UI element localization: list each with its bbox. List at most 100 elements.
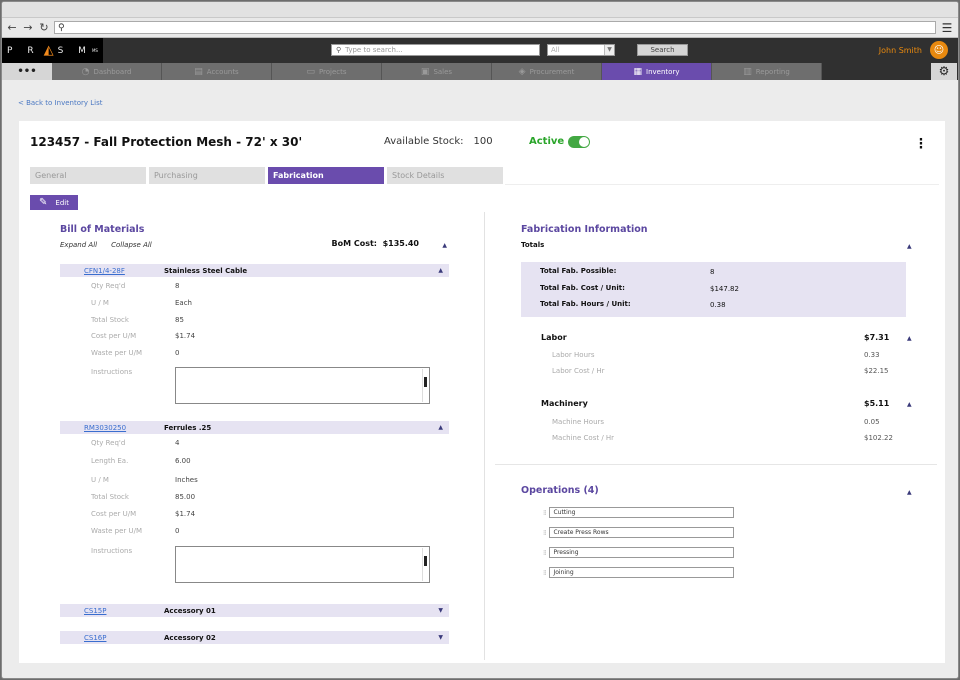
expand-all-link[interactable]: Expand All (60, 241, 97, 249)
filter-value: All (551, 46, 560, 54)
back-arrow-icon[interactable]: ← (6, 21, 18, 34)
bom-cost-label: BoM Cost: (331, 239, 377, 248)
nav-tab-label: Accounts (206, 67, 239, 76)
search-icon: ⚲ (58, 22, 65, 33)
nav-tab-label: Reporting (755, 67, 790, 76)
fabrication-information: Fabrication Information (521, 224, 911, 235)
global-search-input[interactable]: ⚲ Type to search... (331, 44, 540, 56)
field-value: $1.74 (175, 510, 196, 518)
operation-row: ⁞⁞ Create Press Rows (543, 527, 735, 538)
totals-box: Total Fab. Possible: 8 Total Fab. Cost /… (521, 262, 906, 317)
drag-handle-icon[interactable]: ⁞⁞ (543, 509, 547, 517)
drag-handle-icon[interactable]: ⁞⁞ (543, 569, 547, 577)
field-label: Total Stock (91, 316, 129, 324)
field-value: 85.00 (175, 493, 196, 501)
total-label: Total Fab. Cost / Unit: (540, 284, 625, 292)
more-menu-button[interactable]: ••• (2, 63, 52, 80)
nav-tab-reporting[interactable]: ▥ Reporting (712, 63, 822, 80)
nav-tab-inventory[interactable]: ▦ Inventory (602, 63, 712, 80)
edit-label: Edit (55, 198, 69, 207)
more-options-icon[interactable]: · · · (918, 134, 924, 155)
nav-tab-dashboard[interactable]: ◔ Dashboard (52, 63, 162, 80)
reload-icon[interactable]: ↻ (38, 21, 50, 34)
browser-menu-icon[interactable]: ☰ (940, 21, 954, 35)
item-code-link[interactable]: CFN1/4-28F (84, 267, 164, 275)
page-title: 123457 - Fall Protection Mesh - 72' x 30… (30, 135, 303, 149)
prism-logo[interactable]: P R ◭ S M MS (2, 38, 103, 63)
operation-input[interactable]: Create Press Rows (549, 527, 735, 538)
nav-tab-sales[interactable]: ▣ Sales (382, 63, 492, 80)
user-menu[interactable]: John Smith ☺ (879, 41, 948, 59)
edit-button[interactable]: ✎ Edit (30, 195, 78, 210)
nav-tab-label: Sales (433, 67, 453, 76)
expand-caret-icon[interactable]: ▼ (438, 634, 443, 641)
drag-handle-icon[interactable]: ⁞⁞ (543, 549, 547, 557)
field-label: Total Stock (91, 493, 129, 501)
field-value: 6.00 (175, 457, 191, 465)
machine-hours-value: 0.05 (864, 418, 880, 426)
operation-input[interactable]: Pressing (549, 547, 735, 558)
address-bar[interactable]: ⚲ (54, 21, 936, 34)
forward-arrow-icon[interactable]: → (22, 21, 34, 34)
nav-tab-label: Projects (318, 67, 347, 76)
column-divider (484, 212, 485, 660)
field-label: Cost per U/M (91, 332, 137, 340)
instructions-textarea[interactable] (175, 546, 430, 583)
bom-item-header[interactable]: RM3030250 Ferrules .25 ▲ (60, 421, 449, 434)
drag-handle-icon[interactable]: ⁞⁞ (543, 529, 547, 537)
collapse-caret-icon[interactable]: ▲ (907, 401, 912, 408)
collapse-all-link[interactable]: Collapse All (111, 241, 152, 249)
collapse-caret-icon[interactable]: ▲ (442, 242, 447, 249)
scrollbar[interactable] (422, 369, 428, 402)
collapse-caret-icon[interactable]: ▲ (438, 267, 443, 274)
collapse-caret-icon[interactable]: ▲ (907, 243, 912, 250)
nav-tab-accounts[interactable]: ▤ Accounts (162, 63, 272, 80)
prism-triangle-icon: ◭ (43, 43, 54, 58)
nav-tab-procurement[interactable]: ◈ Procurement (492, 63, 602, 80)
field-value: 85 (175, 316, 184, 324)
collapse-caret-icon[interactable]: ▲ (907, 489, 912, 496)
bom-item-header[interactable]: CS15P Accessory 01 ▼ (60, 604, 449, 617)
machine-cost-value: $102.22 (864, 434, 893, 442)
search-filter-select[interactable]: All ▼ (547, 44, 615, 56)
nav-tab-projects[interactable]: ▭ Projects (272, 63, 382, 80)
instructions-label: Instructions (91, 547, 133, 555)
collapse-caret-icon[interactable]: ▲ (438, 424, 443, 431)
item-code-link[interactable]: RM3030250 (84, 424, 164, 432)
item-code-link[interactable]: CS15P (84, 607, 164, 615)
operation-input[interactable]: Joining (549, 567, 735, 578)
instructions-textarea[interactable] (175, 367, 430, 404)
settings-gear-icon[interactable]: ⚙ (931, 63, 957, 80)
projects-icon: ▭ (306, 66, 315, 77)
bom-cost: BoM Cost: $135.40 (331, 239, 419, 248)
labor-hours-value: 0.33 (864, 351, 880, 359)
total-label: Total Fab. Possible: (540, 267, 617, 275)
search-button[interactable]: Search (637, 44, 688, 56)
operation-input[interactable]: Cutting (549, 507, 735, 518)
back-to-inventory-link[interactable]: < Back to Inventory List (18, 99, 102, 107)
total-value: 0.38 (710, 301, 726, 309)
totals-label: Totals (521, 241, 545, 249)
accounts-icon: ▤ (194, 66, 203, 77)
item-name: Stainless Steel Cable (164, 266, 248, 275)
operation-row: ⁞⁞ Joining (543, 567, 735, 578)
tab-stock-details[interactable]: Stock Details (387, 167, 503, 184)
labor-cost-label: Labor Cost / Hr (552, 367, 605, 375)
field-label: U / M (91, 299, 109, 307)
inventory-icon: ▦ (633, 66, 643, 77)
field-label: Waste per U/M (91, 349, 143, 357)
tab-fabrication[interactable]: Fabrication (268, 167, 384, 184)
scrollbar[interactable] (422, 548, 428, 581)
bom-item-header[interactable]: CFN1/4-28F Stainless Steel Cable ▲ (60, 264, 449, 277)
search-icon: ⚲ (336, 46, 342, 54)
tab-purchasing[interactable]: Purchasing (149, 167, 265, 184)
tab-general[interactable]: General (30, 167, 146, 184)
expand-caret-icon[interactable]: ▼ (438, 607, 443, 614)
bom-title: Bill of Materials (60, 224, 145, 235)
nav-tab-label: Dashboard (93, 67, 132, 76)
instructions-label: Instructions (91, 368, 133, 376)
active-toggle[interactable] (568, 136, 590, 148)
collapse-caret-icon[interactable]: ▲ (907, 335, 912, 342)
item-code-link[interactable]: CS16P (84, 634, 164, 642)
bom-item-header[interactable]: CS16P Accessory 02 ▼ (60, 631, 449, 644)
